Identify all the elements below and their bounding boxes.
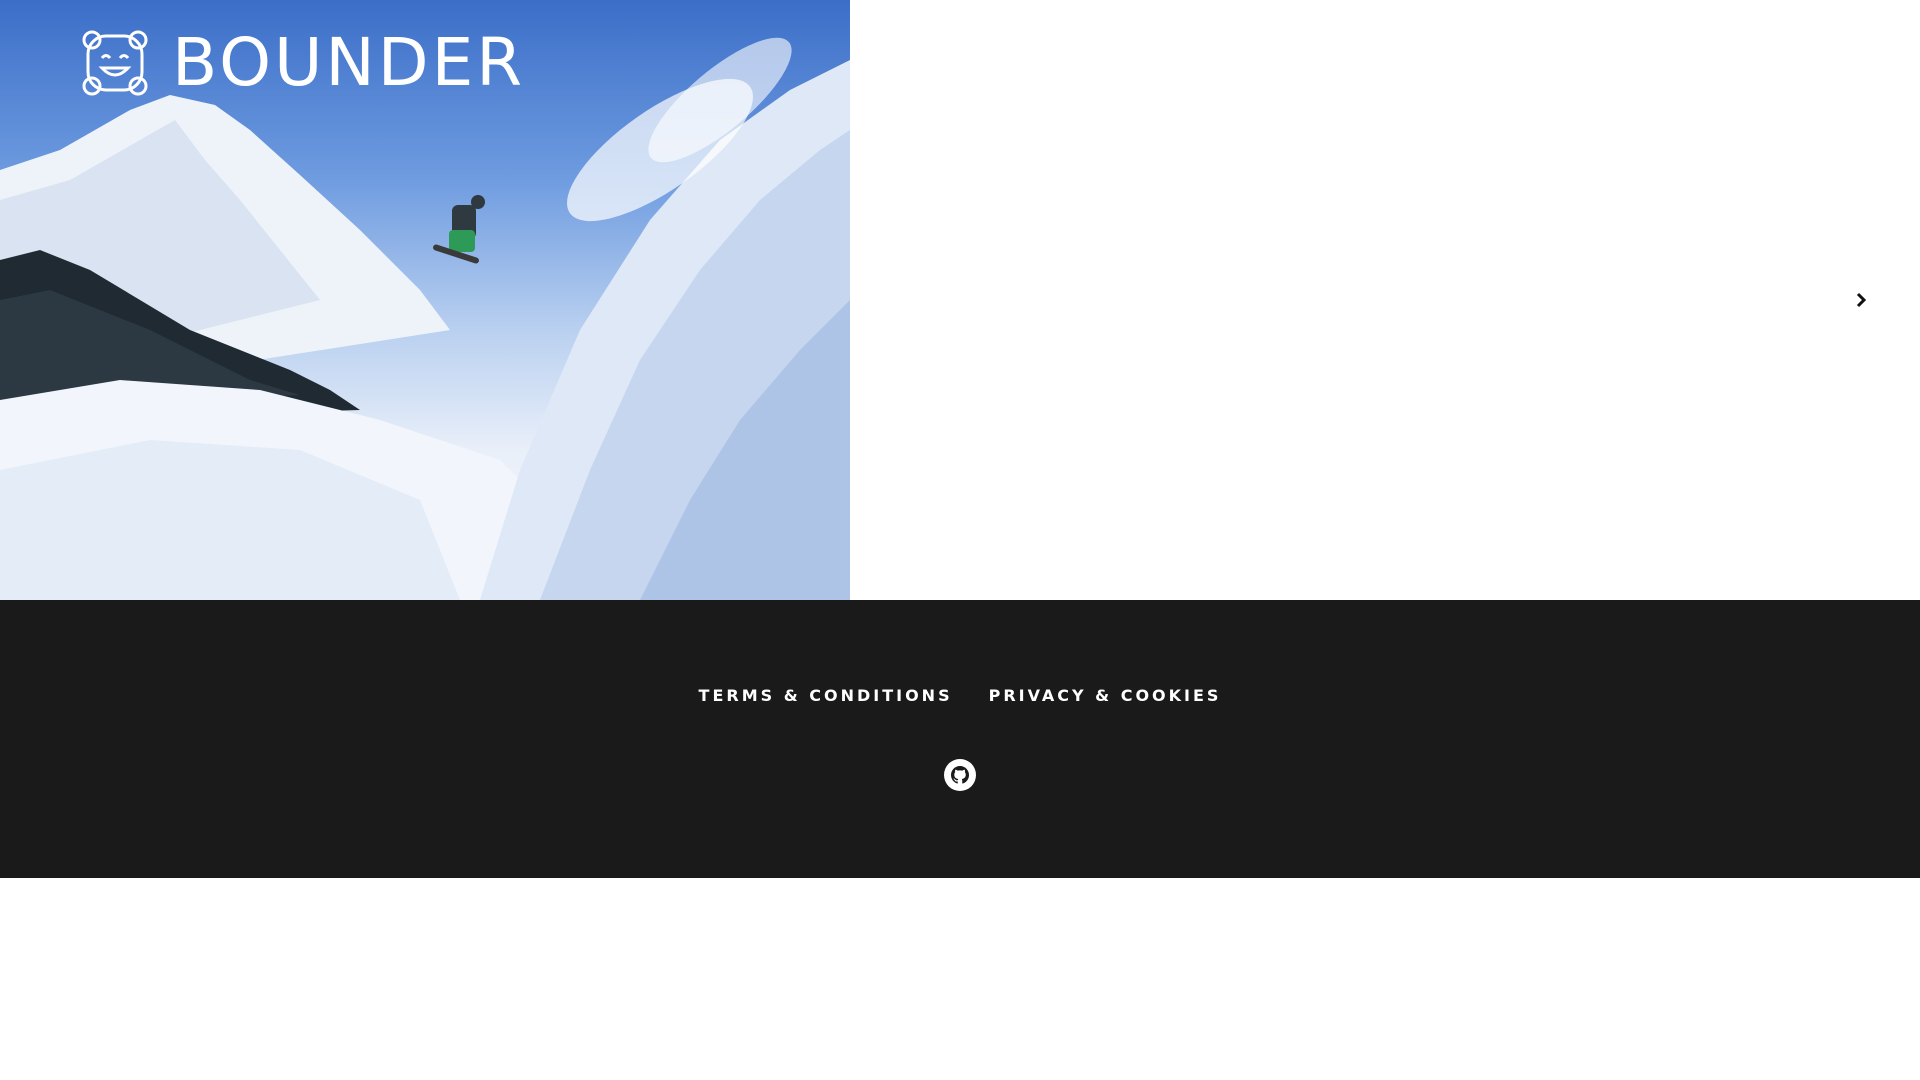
- terms-conditions-link[interactable]: TERMS & CONDITIONS: [699, 686, 953, 705]
- github-link[interactable]: [944, 759, 976, 791]
- github-icon: [951, 766, 969, 784]
- brand-name: BOUNDER: [172, 24, 526, 101]
- site-footer: TERMS & CONDITIONS PRIVACY & COOKIES: [0, 600, 1920, 878]
- carousel-next-button[interactable]: [1853, 292, 1869, 308]
- brand-logo[interactable]: BOUNDER: [80, 28, 525, 98]
- smiling-face-logo-icon: [82, 30, 148, 96]
- footer-nav: TERMS & CONDITIONS PRIVACY & COOKIES: [0, 686, 1920, 705]
- hero-banner: BOUNDER: [0, 0, 850, 600]
- privacy-cookies-link[interactable]: PRIVACY & COOKIES: [989, 686, 1222, 705]
- chevron-right-icon: [1856, 292, 1867, 308]
- snowboarder-figure: [433, 195, 485, 264]
